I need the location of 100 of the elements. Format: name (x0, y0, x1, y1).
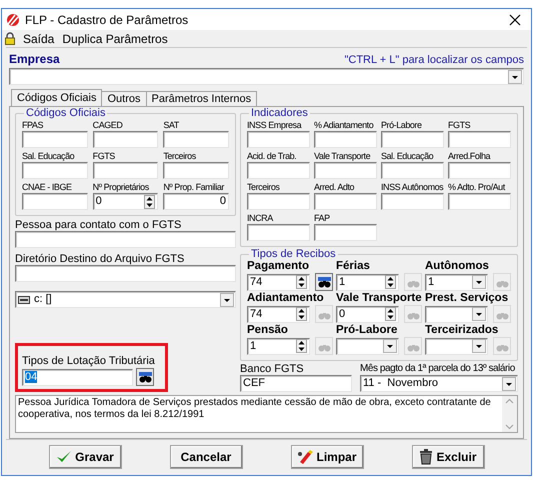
padlock-icon (5, 32, 15, 46)
binoculars-icon (138, 372, 152, 382)
text-field[interactable] (448, 162, 511, 179)
field-label: Sal. Educação (381, 150, 434, 162)
field-label: Vale Transporte (336, 292, 422, 305)
field-label: Acid. de Trab. (247, 150, 296, 162)
field-label: INCRA (247, 212, 273, 224)
field-label: Arred. Adto (314, 181, 354, 193)
field-label: Pró-Labore (336, 324, 398, 337)
checkmark-icon (56, 450, 72, 464)
text-field[interactable] (381, 131, 444, 148)
cancel-button[interactable]: Cancelar (170, 445, 242, 469)
field-label: % Adto. Pro/Aut (448, 181, 505, 193)
text-field[interactable] (22, 193, 88, 210)
field-label: Empresa (9, 51, 60, 68)
text-field[interactable] (314, 193, 377, 210)
app-logo-icon (6, 14, 20, 26)
text-field[interactable] (381, 193, 444, 210)
field-label: Banco FGTS (240, 363, 305, 375)
number-spin-field[interactable]: 0 (92, 193, 158, 210)
number-spin-field[interactable]: 1 (247, 338, 310, 354)
text-field[interactable] (92, 131, 158, 148)
hint-text: "CTRL + L" para localizar os campos (344, 52, 524, 68)
spinner-icon[interactable] (385, 307, 396, 321)
spinner-icon[interactable] (296, 339, 307, 353)
field-label: Pagamento (247, 260, 309, 273)
drive-icon (18, 296, 30, 304)
field-label: FAP (314, 212, 330, 224)
text-field[interactable]: CEF (240, 375, 352, 392)
text-field[interactable] (15, 231, 236, 248)
field-label: CAGED (92, 119, 122, 131)
text-field[interactable] (314, 224, 377, 241)
text-field[interactable] (163, 162, 229, 179)
tab[interactable]: Parâmetros Internos (146, 91, 258, 106)
combo-box[interactable] (9, 68, 524, 85)
field-label: Adiantamento (247, 292, 324, 305)
field-label: INSS Autônomos (381, 181, 444, 193)
delete-button[interactable]: Excluir (412, 445, 484, 469)
field-label: CNAE - IBGE (22, 181, 72, 193)
number-field[interactable]: 0 (163, 193, 229, 210)
search-button[interactable] (136, 368, 154, 386)
field-label: Tipos de Lotação Tributária (22, 355, 156, 367)
text-field[interactable] (247, 193, 310, 210)
menu-item[interactable]: Saída (23, 32, 54, 46)
eraser-icon (297, 449, 314, 465)
clear-button[interactable]: Limpar (290, 445, 364, 469)
text-field[interactable] (15, 265, 236, 282)
spinner-icon[interactable] (385, 275, 396, 289)
window-title: FLP - Cadastro de Parâmetros (25, 12, 188, 29)
binoculars-icon (318, 276, 330, 288)
tab[interactable]: Códigos Oficiais (11, 89, 102, 106)
text-field[interactable] (163, 131, 229, 148)
field-label: Mês pagto da 1ª parcela do 13º salário (360, 363, 515, 375)
group-title: Tipos de Recibos (250, 249, 336, 260)
close-icon[interactable] (509, 14, 521, 26)
text-field[interactable] (22, 162, 88, 179)
combo-box[interactable]: 11 - Novembro (360, 375, 518, 392)
spinner-icon[interactable] (144, 194, 156, 208)
number-spin-field[interactable]: 74 (247, 306, 310, 322)
scrollbar[interactable] (502, 396, 517, 432)
text-field[interactable] (247, 131, 310, 148)
text-field[interactable] (247, 162, 310, 179)
field-label: SAT (163, 119, 179, 131)
code-field[interactable]: 04 (22, 368, 133, 386)
text-field[interactable] (381, 162, 444, 179)
group-title: Códigos Oficiais (25, 108, 106, 119)
field-label: Prest. Serviços (425, 292, 508, 305)
combo-box[interactable]: 1 (425, 274, 488, 290)
text-field[interactable] (247, 224, 310, 241)
save-button[interactable]: Gravar (48, 445, 122, 469)
text-field[interactable] (22, 131, 88, 148)
field-label: Férias (336, 260, 370, 273)
combo-box[interactable] (425, 338, 488, 354)
spinner-icon[interactable] (296, 307, 307, 321)
text-field[interactable] (448, 193, 511, 210)
field-label: INSS Empresa (247, 119, 302, 131)
text-field[interactable] (92, 162, 158, 179)
combo-box[interactable] (336, 338, 399, 354)
drive-combo-box[interactable]: c: [] (15, 291, 236, 308)
field-label: Nº Prop. Familiar (163, 181, 224, 193)
text-field[interactable] (314, 131, 377, 148)
field-label: FGTS (448, 119, 470, 131)
number-spin-field[interactable]: 74 (247, 274, 310, 290)
number-spin-field[interactable]: 0 (336, 306, 399, 322)
text-field[interactable] (448, 131, 511, 148)
field-label: Pessoa para contato com o FGTS (15, 219, 182, 231)
number-spin-field[interactable]: 1 (336, 274, 399, 290)
spinner-icon[interactable] (296, 275, 307, 289)
field-label: FGTS (92, 150, 115, 162)
combo-box[interactable] (425, 306, 488, 322)
field-label: Terceiros (247, 181, 280, 193)
field-label: Nº Proprietários (92, 181, 149, 193)
field-label: FPAS (22, 119, 44, 131)
text-field[interactable] (314, 162, 377, 179)
search-button[interactable] (315, 273, 333, 291)
field-label: Vale Transporte (314, 150, 370, 162)
menu-item[interactable]: Duplica Parâmetros (62, 32, 168, 46)
field-label: Terceirizados (425, 324, 498, 337)
field-label: Diretório Destino do Arquivo FGTS (15, 253, 186, 265)
field-label: Pensão (247, 324, 288, 337)
